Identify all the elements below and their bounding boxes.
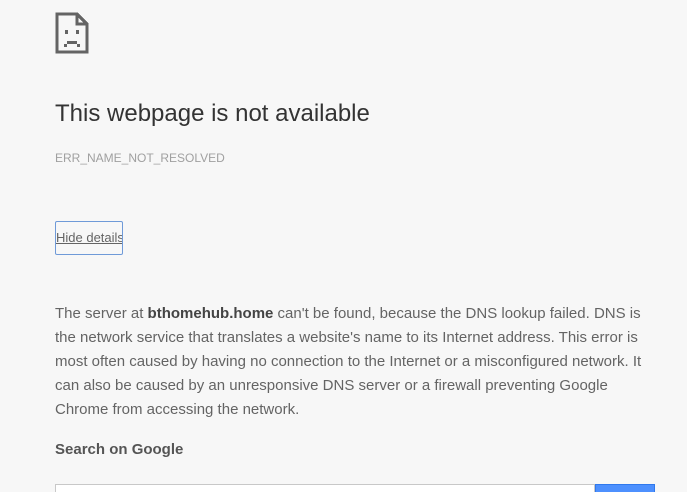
error-code: ERR_NAME_NOT_RESOLVED xyxy=(55,151,225,165)
sad-page-icon xyxy=(55,12,89,54)
search-button[interactable] xyxy=(595,484,655,492)
server-host: bthomehub.home xyxy=(147,305,274,322)
details-text: The server at bthomehub.home can't be fo… xyxy=(55,302,660,422)
search-input[interactable] xyxy=(55,484,595,492)
details-text-before: The server at xyxy=(55,305,148,322)
search-heading: Search on Google xyxy=(55,441,184,458)
error-page: This webpage is not available ERR_NAME_N… xyxy=(0,0,687,492)
page-title: This webpage is not available xyxy=(55,100,370,127)
hide-details-button[interactable]: Hide details xyxy=(55,221,123,255)
